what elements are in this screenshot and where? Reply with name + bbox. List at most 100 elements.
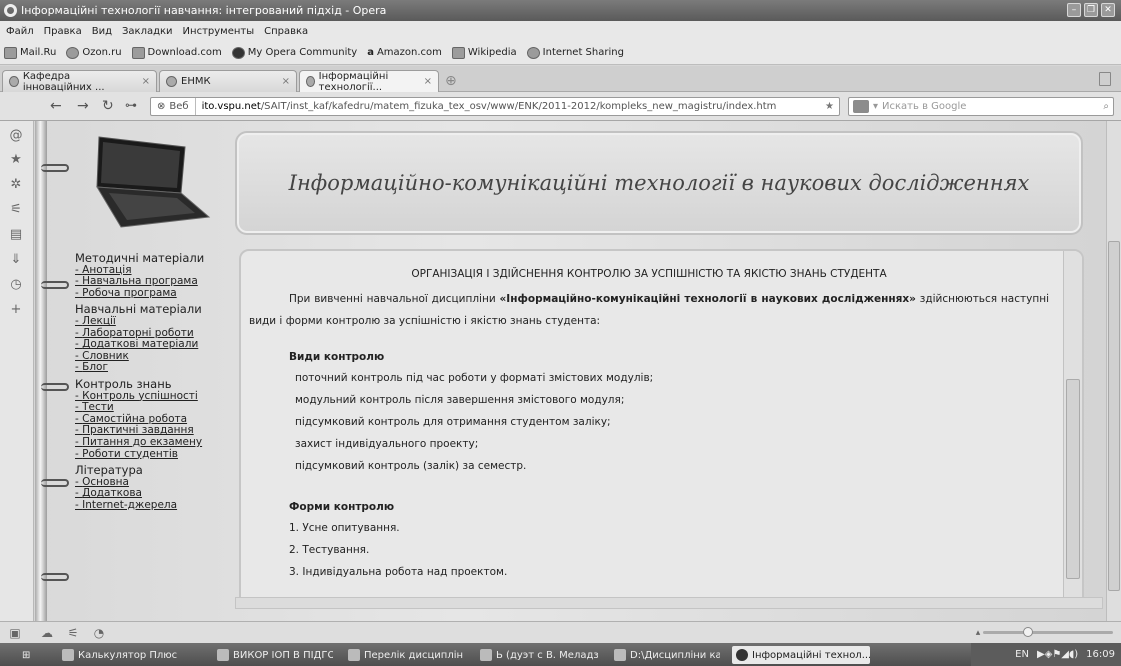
add-panel-icon[interactable]: + xyxy=(9,303,23,317)
tray-icons[interactable]: ▶◈⚑◢◖) xyxy=(1037,649,1078,660)
panel-toggle-icon[interactable]: ▣ xyxy=(8,626,22,640)
tab-label: Кафедра інноваційних ... xyxy=(22,70,105,93)
bookmark-mailru[interactable]: Mail.Ru xyxy=(4,46,56,59)
close-window-button[interactable]: ✕ xyxy=(1101,3,1115,17)
title-bar: Інформаційні технології навчання: інтегр… xyxy=(0,0,1121,21)
menu-file[interactable]: Файл xyxy=(6,26,34,37)
menu-bookmarks[interactable]: Закладки xyxy=(122,26,173,37)
search-icon[interactable]: ⌕ xyxy=(1103,101,1109,112)
content-heading: ОРГАНІЗАЦІЯ І ЗДІЙСНЕННЯ КОНТРОЛЮ ЗА УСП… xyxy=(411,268,887,280)
menu-group-learning: Навчальні матеріали Лекції Лабораторні р… xyxy=(75,304,240,374)
search-dropdown-icon[interactable]: ▾ xyxy=(873,101,878,112)
bookmark-internet-sharing[interactable]: Internet Sharing xyxy=(526,46,624,59)
bookmark-amazon[interactable]: a Amazon.com xyxy=(367,47,442,58)
mail-icon xyxy=(4,46,17,59)
start-icon[interactable]: ⊞ xyxy=(22,646,32,664)
zoom-slider[interactable] xyxy=(983,627,1113,637)
speed-icon[interactable]: ◔ xyxy=(92,626,106,640)
task-opera-active[interactable]: Інформаційні технол... xyxy=(732,646,870,664)
status-bar: ▣ ☁ ⚟ ◔ ▴ xyxy=(0,621,1121,643)
search-engine-icon[interactable] xyxy=(853,100,869,113)
task-folder[interactable]: D:\Дисципліни кафедри xyxy=(610,646,720,664)
menu-edit[interactable]: Правка xyxy=(44,26,82,37)
word-icon xyxy=(348,649,360,661)
link-internet-sources[interactable]: Internet-джерела xyxy=(75,499,240,512)
control-type-item: модульний контроль після завершення зміс… xyxy=(295,394,625,406)
link-exam-questions[interactable]: Питання до екзамену xyxy=(75,436,240,449)
bookmark-label: Amazon.com xyxy=(376,47,442,58)
link-tests[interactable]: Тести xyxy=(75,402,240,414)
clock[interactable]: 16:09 xyxy=(1086,649,1115,660)
mode-badge[interactable]: ⊗ Веб xyxy=(151,98,196,115)
address-field[interactable]: ⊗ Веб ito.vspu.net/SAIT/inst_kaf/kafedru/… xyxy=(150,97,840,116)
restore-button[interactable]: ❐ xyxy=(1084,3,1098,17)
task-word-1[interactable]: ВИКОР ІОП В ПІДГОТ... xyxy=(213,646,333,664)
close-tab-icon[interactable]: × xyxy=(142,76,150,87)
link-blog[interactable]: Блог xyxy=(75,362,240,374)
task-word-2[interactable]: Перелік дисциплін 2... xyxy=(344,646,464,664)
tab-active-ikt[interactable]: Інформаційні технології... × xyxy=(299,70,439,93)
language-indicator[interactable]: EN xyxy=(1015,649,1029,660)
globe-favicon-icon xyxy=(166,76,177,87)
amazon-icon: a xyxy=(367,47,374,58)
page-header: Інформаційно-комунікаційні технології в … xyxy=(235,131,1083,235)
minimize-button[interactable]: – xyxy=(1067,3,1081,17)
turbo-icon[interactable]: ⚟ xyxy=(66,626,80,640)
page-scrollbar[interactable] xyxy=(1106,121,1121,621)
content-frame: ОРГАНІЗАЦІЯ І ЗДІЙСНЕННЯ КОНТРОЛЮ ЗА УСП… xyxy=(239,249,1084,604)
task-player[interactable]: Ь (дуэт с В. Меладзе... xyxy=(476,646,598,664)
zoom-knob[interactable] xyxy=(1023,627,1033,637)
bookmark-wikipedia[interactable]: Wikipedia xyxy=(451,46,517,59)
mail-panel-icon[interactable]: @ xyxy=(9,129,23,143)
link-lectures[interactable]: Лекції xyxy=(75,315,240,328)
trash-icon[interactable] xyxy=(1099,72,1111,86)
content-area: ОРГАНІЗАЦІЯ І ЗДІЙСНЕННЯ КОНТРОЛЮ ЗА УСП… xyxy=(241,251,1063,602)
bookmark-star-icon[interactable]: ★ xyxy=(825,101,834,112)
bookmarks-panel-icon[interactable]: ★ xyxy=(9,153,23,167)
close-tab-icon[interactable]: × xyxy=(282,76,290,87)
control-forms-title: Форми контролю xyxy=(289,501,395,513)
tab-enmk[interactable]: ЕНМК × xyxy=(159,70,297,92)
notebook-spine xyxy=(35,121,47,621)
forward-icon[interactable]: → xyxy=(77,98,89,114)
bookmark-download[interactable]: Download.com xyxy=(131,46,222,59)
menu-help[interactable]: Справка xyxy=(264,26,308,37)
task-calculator[interactable]: Калькулятор Плюс xyxy=(58,646,198,664)
link-work-program[interactable]: Робоча програма xyxy=(75,287,240,300)
download-icon xyxy=(131,46,145,59)
link-student-works[interactable]: Роботи студентів xyxy=(75,448,240,461)
menu-tools[interactable]: Инструменты xyxy=(183,26,255,37)
link-extra[interactable]: Додаткові матеріали xyxy=(75,339,240,351)
bookmark-myopera[interactable]: My Opera Community xyxy=(231,46,357,59)
bookmark-label: Ozon.ru xyxy=(82,47,122,58)
notes-panel-icon[interactable]: ▤ xyxy=(9,228,23,242)
transfers-panel-icon[interactable]: ⇓ xyxy=(9,253,23,267)
menu-group-methodical: Методичні матеріали Анотація Навчальна п… xyxy=(75,252,240,300)
reload-icon[interactable]: ↻ xyxy=(102,98,114,114)
tab-kafedra[interactable]: Кафедра інноваційних ... × xyxy=(2,70,157,93)
url-text[interactable]: ito.vspu.net/SAIT/inst_kaf/kafedru/matem… xyxy=(196,101,777,112)
search-field[interactable]: ▾ Искать в Google ⌕ xyxy=(848,97,1114,116)
history-panel-icon[interactable]: ◷ xyxy=(9,278,23,292)
spiral-ring xyxy=(41,281,69,289)
unite-icon[interactable]: ☁ xyxy=(40,626,54,640)
back-icon[interactable]: ← xyxy=(50,98,62,114)
horizontal-scrollbar[interactable] xyxy=(235,597,1103,609)
close-tab-icon[interactable]: × xyxy=(424,76,432,87)
menu-view[interactable]: Вид xyxy=(92,26,112,37)
player-icon xyxy=(480,649,492,661)
widgets-panel-icon[interactable]: ✲ xyxy=(9,178,23,192)
taskbar: ⊞ Калькулятор Плюс ВИКОР ІОП В ПІДГОТ...… xyxy=(0,643,1121,666)
bookmark-ozon[interactable]: Ozon.ru xyxy=(66,46,122,59)
spiral-ring xyxy=(41,164,69,172)
opera-logo-icon xyxy=(4,4,17,17)
address-toolbar: ← → ↻ ⊶ ⊗ Веб ito.vspu.net/SAIT/inst_kaf/… xyxy=(0,92,1121,121)
content-scrollbar[interactable] xyxy=(1063,251,1082,602)
control-types-title: Види контролю xyxy=(289,351,385,363)
feeds-panel-icon[interactable]: ⚟ xyxy=(9,203,23,217)
key-icon[interactable]: ⊶ xyxy=(125,98,137,112)
scroll-thumb[interactable] xyxy=(1066,379,1080,579)
page-scroll-thumb[interactable] xyxy=(1108,241,1120,591)
new-tab-icon[interactable]: ⊕ xyxy=(445,73,457,89)
tab-label: Інформаційні технології... xyxy=(318,70,389,93)
